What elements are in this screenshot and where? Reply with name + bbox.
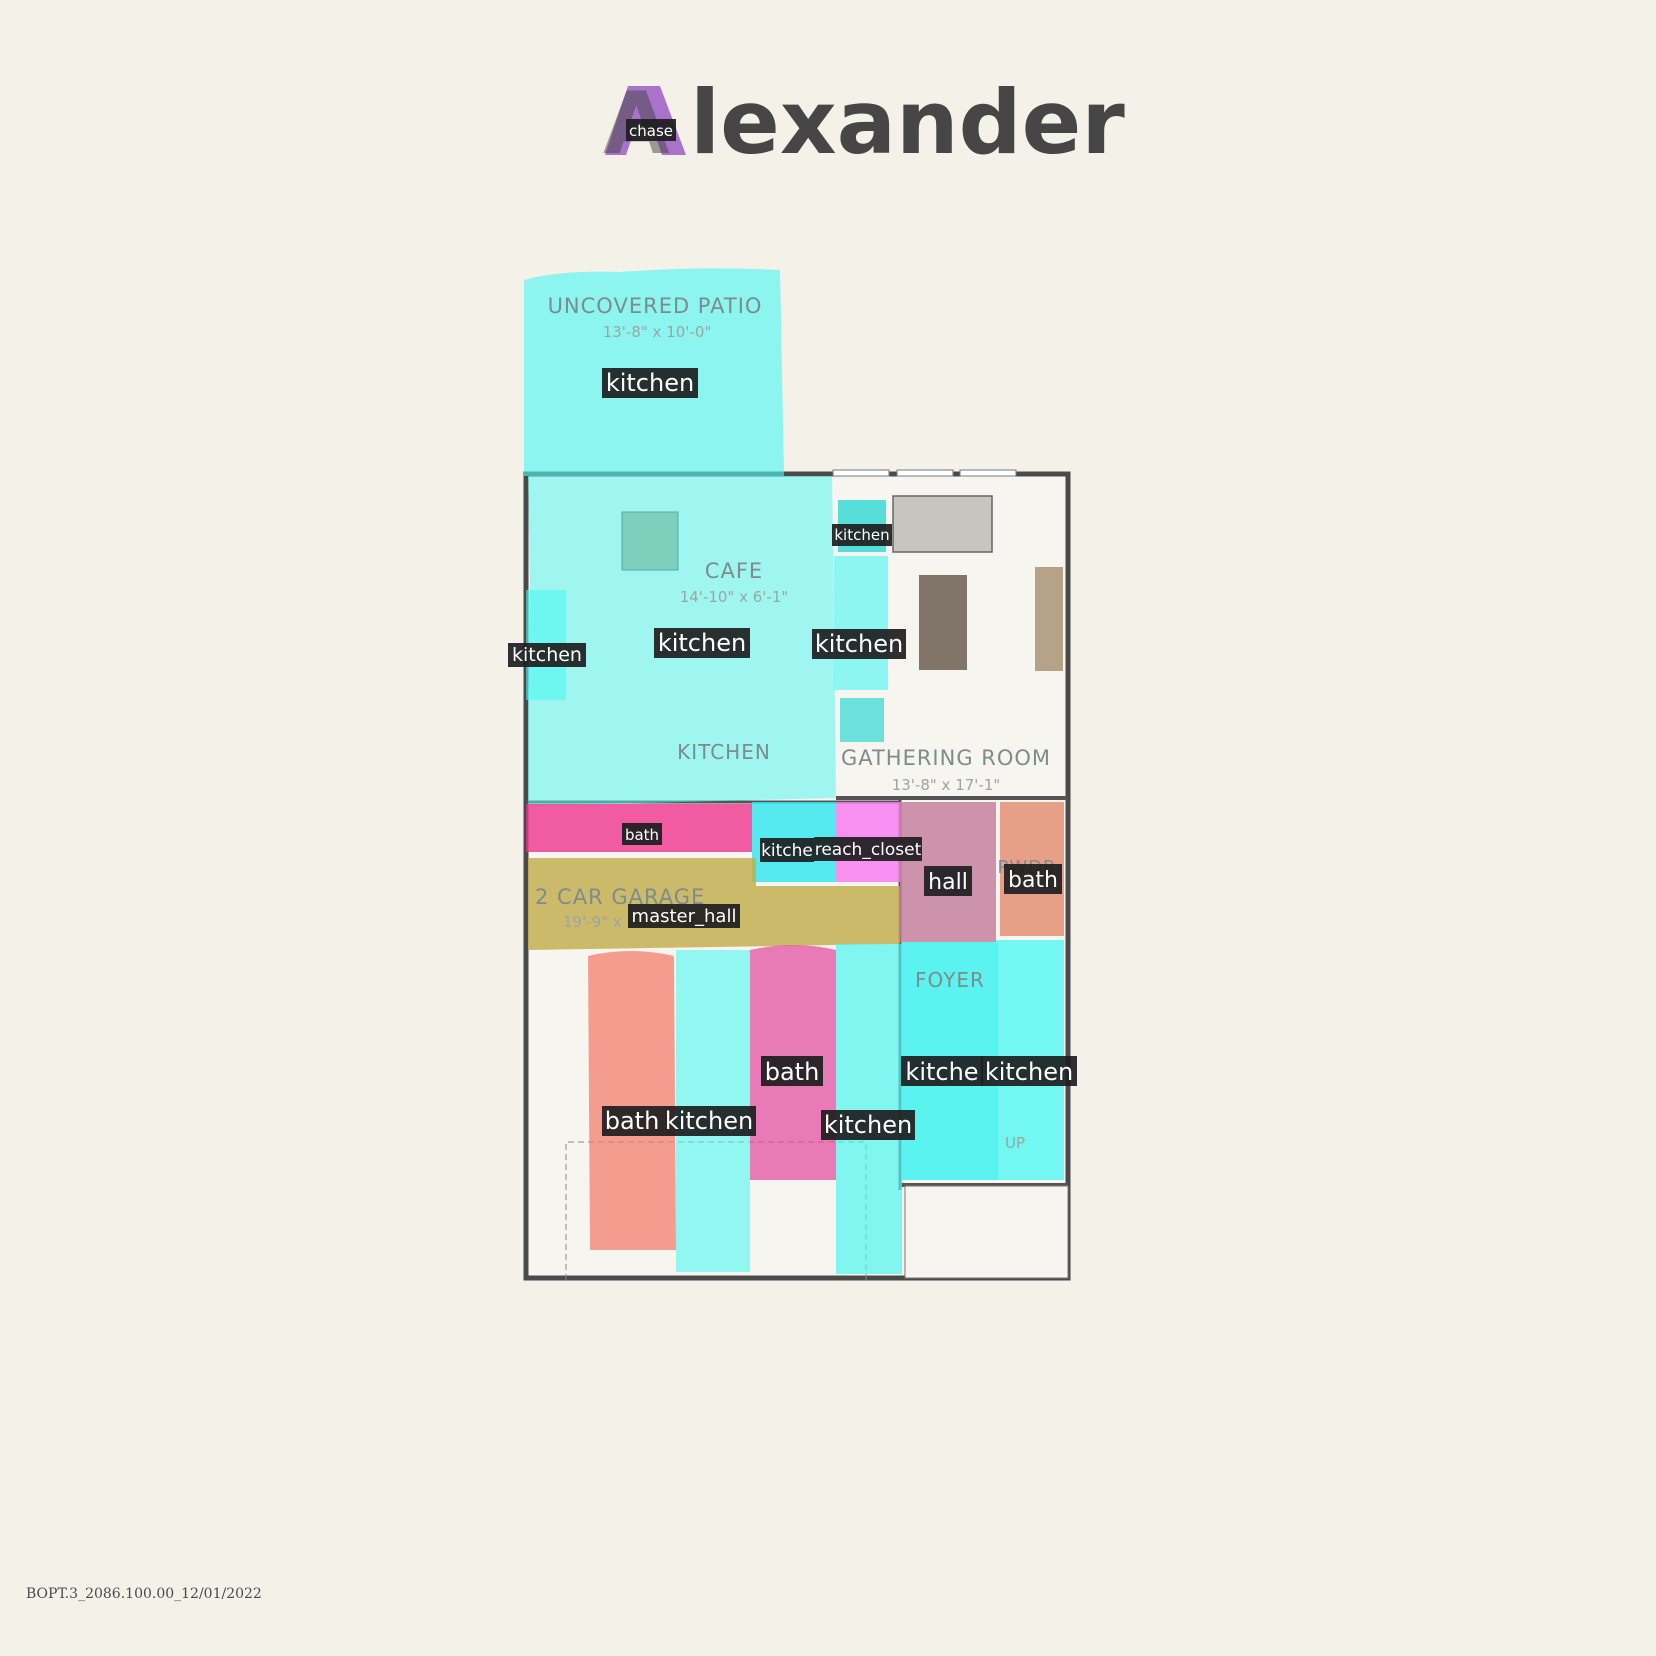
tag-car1-kitchen: kitchen xyxy=(662,1106,756,1136)
tag-patio-kitchen: kitchen xyxy=(602,368,698,398)
media-console xyxy=(1035,567,1063,671)
room-gathering-name: GATHERING ROOM xyxy=(841,746,1051,770)
svg-text:kitche: kitche xyxy=(761,841,813,861)
seg-living-chair xyxy=(840,698,884,742)
svg-text:kitche: kitche xyxy=(905,1058,978,1086)
logo-wordmark: lexander xyxy=(690,71,1125,174)
room-garage-dim: 19'-9" x xyxy=(563,913,622,931)
document-code: BOPT.3_2086.100.00_12/01/2022 xyxy=(26,1586,262,1602)
svg-text:bath: bath xyxy=(765,1058,820,1086)
tag-living-left-kitchen: kitchen xyxy=(812,629,906,659)
floor-plan-diagram: A lexander xyxy=(508,71,1125,1281)
sofa xyxy=(892,495,993,553)
svg-text:kitchen: kitchen xyxy=(815,630,903,658)
seg-car1-bath xyxy=(588,951,676,1250)
room-patio-name: UNCOVERED PATIO xyxy=(548,294,763,318)
tag-foyer-b-kitchen: kitchen xyxy=(981,1056,1077,1086)
svg-text:master_hall: master_hall xyxy=(632,906,737,927)
svg-text:kitchen: kitchen xyxy=(658,629,746,657)
window-1 xyxy=(832,469,890,477)
room-kitchen-name: KITCHEN xyxy=(677,740,771,764)
svg-text:kitchen: kitchen xyxy=(834,526,889,544)
tag-counter-bath: bath xyxy=(622,823,662,845)
tag-small-top-kitchen: kitchen xyxy=(832,524,892,546)
tag-reach-closet: reach_closet xyxy=(814,837,922,861)
tag-car1-bath: bath xyxy=(602,1106,662,1136)
room-gathering-dim: 13'-8" x 17'-1" xyxy=(892,776,1001,794)
svg-text:bath: bath xyxy=(605,1107,660,1135)
tag-master-hall: master_hall xyxy=(628,904,740,928)
svg-text:kitchen: kitchen xyxy=(606,369,694,397)
tag-car2-bath: bath xyxy=(761,1056,823,1086)
svg-text:kitchen: kitchen xyxy=(985,1058,1073,1086)
svg-text:bath: bath xyxy=(625,826,659,844)
svg-text:kitchen: kitchen xyxy=(512,644,582,666)
tag-car2-kitchen: kitchen xyxy=(821,1110,915,1140)
seg-living-left-kitchen xyxy=(834,556,888,690)
svg-text:bath: bath xyxy=(1008,868,1058,893)
svg-text:hall: hall xyxy=(928,870,968,895)
seg-car2-kitchen xyxy=(836,944,902,1274)
stair-up-label: UP xyxy=(1005,1134,1025,1152)
tag-chase: chase xyxy=(626,119,676,141)
window-3 xyxy=(959,469,1017,477)
room-cafe-name: CAFE xyxy=(705,559,763,583)
tag-hall: hall xyxy=(924,866,972,896)
porch xyxy=(904,1185,1069,1279)
tag-counter-left-kitchen: kitchen xyxy=(508,643,586,667)
tag-foyer-a-kitchen: kitche xyxy=(901,1056,983,1086)
tag-pwdr-bath: bath xyxy=(1004,864,1062,894)
room-cafe-dim: 14'-10" x 6'-1" xyxy=(680,588,789,606)
tag-cafe-kitchen: kitchen xyxy=(654,628,750,658)
window-2 xyxy=(896,469,954,477)
tag-pantry-kitchen: kitche xyxy=(760,838,814,862)
svg-text:kitchen: kitchen xyxy=(665,1107,753,1135)
coffee-table xyxy=(919,575,967,670)
svg-text:reach_closet: reach_closet xyxy=(815,840,922,860)
room-foyer-name: FOYER xyxy=(915,968,985,992)
brand-logo: A lexander xyxy=(603,71,1125,174)
room-patio-dim: 13'-8" x 10'-0" xyxy=(603,323,712,341)
svg-text:kitchen: kitchen xyxy=(824,1111,912,1139)
svg-text:chase: chase xyxy=(629,122,673,140)
